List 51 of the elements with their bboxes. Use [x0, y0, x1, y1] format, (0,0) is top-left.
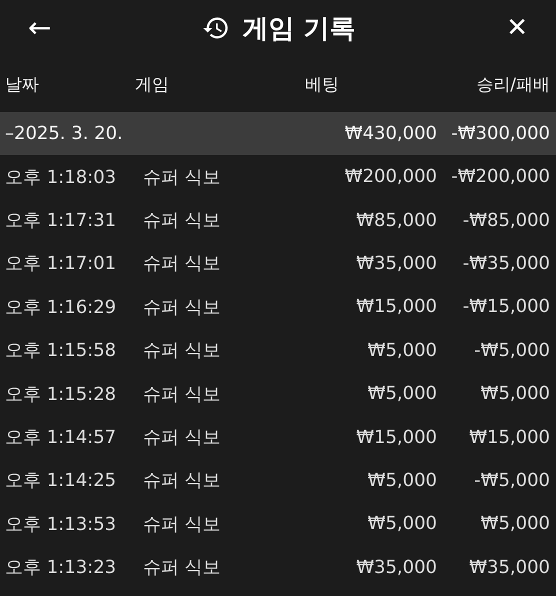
column-header: 날짜 [5, 74, 40, 96]
table-cell-text: 오후 1:15:58 [5, 339, 118, 362]
table-cell-text: 오후 1:18:03 [5, 166, 118, 189]
group-bet-total: ₩430,000 [344, 123, 437, 144]
table-cell-text: 오후 1:17:01 [5, 252, 118, 276]
table-cell-text: ₩5,000 [480, 383, 550, 404]
table-cell-text: ₩5,000 [366, 383, 437, 404]
column-header: 게임 [135, 74, 170, 96]
group-date: –2025. 3. 20. [5, 123, 124, 144]
table-cell-text: 오후 1:17:31 [5, 209, 118, 232]
table-cell-text: 오후 1:14:25 [5, 469, 118, 492]
table-cell-text: ₩5,000 [366, 513, 437, 534]
table-cell-text: 오후 1:13:53 [5, 512, 118, 536]
table-cell-text: ₩5,000 [366, 470, 437, 491]
table-cell-text: ₩35,000 [355, 556, 437, 578]
back-button[interactable]: ← [24, 14, 56, 42]
table-cell-text: 슈퍼 식보 [142, 209, 222, 232]
table-cell-text: 슈퍼 식보 [142, 296, 222, 319]
table-cell-text: ₩85,000 [355, 210, 437, 231]
table-cell-text: 슈퍼 식보 [142, 556, 222, 580]
table-cell-text: ₩15,000 [355, 296, 437, 318]
table-cell-text: 슈퍼 식보 [142, 252, 222, 276]
table-cell-text: -₩35,000 [462, 252, 550, 274]
column-header: 베팅 [304, 74, 340, 96]
group-result-total: -₩300,000 [450, 123, 550, 144]
table-cell-text: 슈퍼 식보 [142, 469, 222, 492]
table-cell-text: ₩15,000 [355, 426, 437, 448]
table-cell-text: ₩35,000 [468, 556, 550, 578]
table-cell-text: 슈퍼 식보 [142, 382, 222, 406]
column-header: 승리/패배 [475, 74, 550, 96]
table-cell-text: ₩5,000 [366, 340, 437, 361]
table-cell-text: ₩15,000 [468, 426, 550, 448]
close-button[interactable]: ✕ [502, 15, 532, 41]
date-group-row[interactable]: –2025. 3. 20. ₩430,000 -₩300,000 [0, 112, 556, 155]
table-cell-text: 오후 1:16:29 [5, 296, 118, 319]
window-title: 게임 기록 [242, 12, 356, 46]
table-cell-text: -₩5,000 [473, 470, 550, 491]
table-cell-text: 오후 1:13:23 [5, 556, 118, 580]
table-cell-text: ₩200,000 [344, 166, 437, 188]
table-cell-text: 슈퍼 식보 [142, 426, 222, 450]
table-cell-text: -₩200,000 [450, 166, 550, 188]
table-cell-text: ₩35,000 [355, 252, 437, 274]
table-cell-text: 슈퍼 식보 [142, 166, 222, 189]
table-cell-text: ₩5,000 [480, 513, 550, 534]
table-cell-text: -₩85,000 [462, 210, 550, 231]
table-cell-text: 오후 1:14:57 [5, 426, 118, 450]
table-cell-text: -₩5,000 [473, 340, 550, 361]
table-cell-text: 슈퍼 식보 [142, 512, 222, 536]
table-cell-text: 슈퍼 식보 [142, 339, 222, 362]
table-cell-text: -₩15,000 [462, 296, 550, 318]
table-cell-text: 오후 1:15:28 [5, 382, 118, 406]
